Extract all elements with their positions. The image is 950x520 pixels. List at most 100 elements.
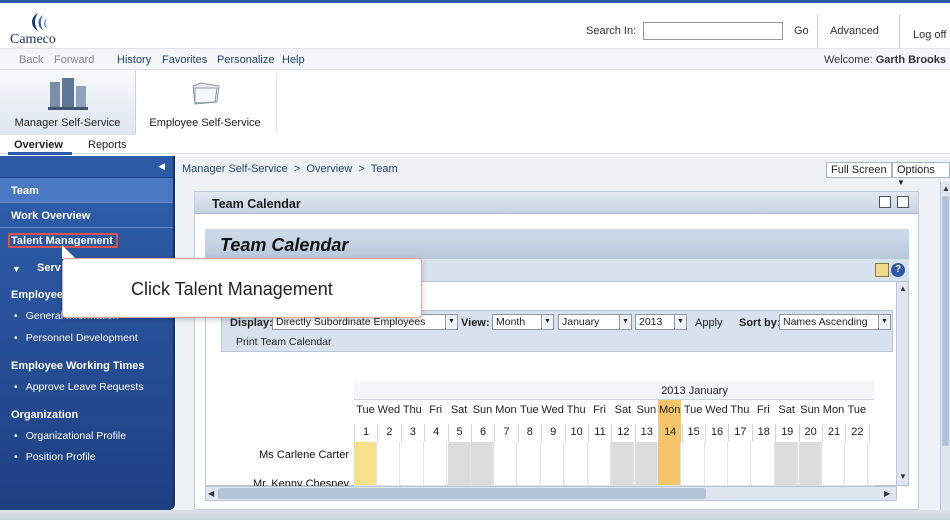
calendar-cell[interactable] bbox=[471, 442, 494, 486]
day-number: 16 bbox=[705, 424, 728, 442]
favorites-link[interactable]: Favorites bbox=[162, 54, 207, 66]
scroll-down-icon[interactable]: ▼ bbox=[899, 472, 907, 481]
chevron-down-icon: ▼ bbox=[878, 315, 890, 329]
welcome-prefix: Welcome: bbox=[823, 54, 873, 66]
calendar-cell[interactable] bbox=[517, 442, 541, 486]
personalize-link[interactable]: Personalize bbox=[217, 54, 274, 66]
day-number: 20 bbox=[798, 424, 822, 442]
nav-item-team[interactable]: Team bbox=[0, 178, 173, 203]
personalize-icon[interactable] bbox=[875, 263, 889, 277]
calendar-cell[interactable] bbox=[634, 442, 658, 486]
nav-item-work-overview[interactable]: Work Overview bbox=[0, 203, 173, 228]
role-label: Manager Self-Service bbox=[14, 117, 121, 129]
breadcrumb[interactable]: Manager Self-Service > Overview > Team bbox=[182, 163, 398, 175]
tab-reports[interactable]: Reports bbox=[88, 139, 127, 151]
full-screen-button[interactable]: Full Screen bbox=[826, 162, 892, 178]
calendar-cell[interactable] bbox=[658, 442, 682, 486]
nav-item-organizational-profile[interactable]: Organizational Profile bbox=[14, 430, 126, 442]
calendar-cell[interactable] bbox=[822, 442, 845, 486]
scroll-thumb[interactable] bbox=[942, 196, 949, 446]
day-number: 9 bbox=[541, 424, 564, 442]
calendar-cell[interactable] bbox=[354, 442, 377, 486]
sort-select[interactable]: Names Ascending ▼ bbox=[779, 314, 891, 330]
active-tab-indicator bbox=[8, 152, 72, 155]
log-off-link[interactable]: Log off bbox=[913, 29, 946, 41]
advanced-search-link[interactable]: Advanced bbox=[830, 25, 879, 37]
apply-button[interactable]: Apply bbox=[695, 317, 723, 329]
nav-item-position-profile[interactable]: Position Profile bbox=[14, 451, 96, 463]
calendar-cell[interactable] bbox=[541, 442, 565, 486]
view-value: Month bbox=[496, 316, 526, 328]
panel-collapse-bar[interactable]: ◀ bbox=[0, 156, 173, 178]
help-link[interactable]: Help bbox=[282, 54, 305, 66]
year-select[interactable]: 2013 ▼ bbox=[635, 314, 687, 330]
scroll-thumb[interactable] bbox=[218, 488, 706, 499]
calendar-cell[interactable] bbox=[845, 442, 869, 486]
day-number: 15 bbox=[681, 424, 705, 442]
forward-link[interactable]: Forward bbox=[54, 54, 94, 66]
calendar-cell[interactable] bbox=[775, 442, 799, 486]
calendar-cell[interactable] bbox=[868, 442, 874, 486]
chevron-down-icon: ▼ bbox=[445, 315, 457, 329]
divider bbox=[899, 15, 900, 49]
day-number: 2 bbox=[377, 424, 400, 442]
scroll-up-icon[interactable]: ▲ bbox=[942, 184, 950, 193]
history-link[interactable]: History bbox=[117, 54, 151, 66]
instruction-tooltip: Click Talent Management bbox=[62, 258, 422, 318]
nav-item-personnel-development[interactable]: Personnel Development bbox=[14, 332, 138, 344]
day-number: 5 bbox=[447, 424, 471, 442]
page-vertical-scrollbar[interactable]: ▲ bbox=[940, 182, 950, 510]
day-name: Sat bbox=[450, 404, 468, 416]
horizontal-scrollbar[interactable]: ◀ ▶ bbox=[205, 486, 897, 501]
help-icon[interactable]: ? bbox=[891, 263, 905, 277]
options-button[interactable]: Options ▼ bbox=[892, 162, 950, 187]
organization-heading: Organization bbox=[11, 409, 79, 421]
day-name: Wed bbox=[541, 404, 564, 416]
day-name: Thu bbox=[566, 404, 586, 416]
role-employee-self-service[interactable]: Employee Self-Service bbox=[140, 70, 270, 135]
employee-name: Ms Carlene Carter bbox=[259, 449, 349, 461]
year-value: 2013 bbox=[639, 316, 663, 328]
services-heading[interactable]: Serv bbox=[37, 262, 61, 274]
view-select[interactable]: Month ▼ bbox=[492, 314, 554, 330]
iview-options-icon[interactable] bbox=[897, 196, 909, 208]
collapse-arrow-icon[interactable]: ◀ bbox=[158, 161, 165, 172]
tooltip-pointer bbox=[62, 245, 76, 259]
calendar-cell[interactable] bbox=[564, 442, 588, 486]
role-label: Employee Self-Service bbox=[149, 117, 261, 129]
bottom-bar bbox=[0, 510, 950, 520]
day-name: Sun bbox=[800, 404, 820, 416]
calendar-cell[interactable] bbox=[611, 442, 635, 486]
scroll-left-icon[interactable]: ◀ bbox=[208, 489, 214, 498]
vertical-scrollbar[interactable]: ▲ ▼ bbox=[896, 282, 908, 485]
role-manager-self-service[interactable]: Manager Self-Service bbox=[0, 70, 136, 135]
calendar-cell[interactable] bbox=[798, 442, 822, 486]
calendar-cell[interactable] bbox=[447, 442, 471, 486]
day-name: Wed bbox=[377, 404, 401, 416]
calendar-cell[interactable] bbox=[377, 442, 401, 486]
expand-arrow-icon[interactable]: ▼ bbox=[12, 264, 21, 274]
welcome-text: Welcome: Garth Brooks bbox=[824, 54, 946, 66]
calendar-cell[interactable] bbox=[400, 442, 424, 486]
calendar-cell[interactable] bbox=[705, 442, 728, 486]
iview-menu-icon[interactable] bbox=[879, 196, 891, 208]
calendar-cell[interactable] bbox=[681, 442, 705, 486]
tab-overview[interactable]: Overview bbox=[14, 139, 63, 151]
calendar-cell[interactable] bbox=[751, 442, 775, 486]
go-button[interactable]: Go bbox=[794, 25, 809, 37]
nav-item-approve-leave-requests[interactable]: Approve Leave Requests bbox=[14, 381, 144, 393]
back-link[interactable]: Back bbox=[19, 54, 43, 66]
chevron-down-icon: ▼ bbox=[541, 315, 553, 329]
portal-header: Cameco Search In: Go Advanced Log off bbox=[0, 3, 950, 49]
print-team-calendar-link[interactable]: Print Team Calendar bbox=[236, 336, 332, 348]
calendar-cell[interactable] bbox=[424, 442, 448, 486]
scroll-right-icon[interactable]: ▶ bbox=[884, 489, 890, 498]
scroll-up-icon[interactable]: ▲ bbox=[899, 284, 907, 293]
month-select[interactable]: January ▼ bbox=[558, 314, 632, 330]
calendar-cell[interactable] bbox=[588, 442, 611, 486]
month-header-row bbox=[354, 382, 874, 400]
search-input[interactable] bbox=[643, 22, 783, 40]
content-area: Manager Self-Service > Overview > Team F… bbox=[176, 156, 950, 510]
calendar-cell[interactable] bbox=[494, 442, 518, 486]
calendar-cell[interactable] bbox=[728, 442, 752, 486]
